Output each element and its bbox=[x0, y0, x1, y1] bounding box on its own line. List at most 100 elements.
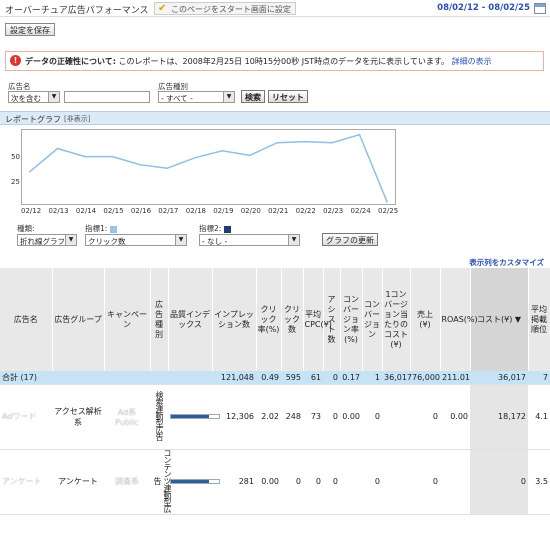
assists-cell: 0 bbox=[323, 449, 340, 515]
ad-name-cell[interactable]: Adワード bbox=[0, 384, 52, 450]
ctr-cell: 2.02 bbox=[256, 384, 281, 450]
x-tick-label: 02/13 bbox=[48, 207, 69, 215]
line-chart bbox=[21, 129, 396, 205]
assists-cell: 0 bbox=[323, 384, 340, 450]
data-point bbox=[166, 167, 169, 169]
page-title: オーバーチュア広告パフォーマンス bbox=[5, 6, 149, 16]
quality-index-bar bbox=[170, 479, 220, 484]
data-point bbox=[358, 133, 361, 136]
report-graph-header: レポートグラフ [非表示] bbox=[0, 111, 550, 125]
reset-button[interactable]: リセット bbox=[268, 90, 308, 103]
metric1-select[interactable]: クリック数 ▼ bbox=[85, 234, 187, 246]
ad-type-cell: 検索連動型広告 bbox=[155, 391, 164, 440]
ad-name-cell[interactable]: アンケート bbox=[0, 449, 52, 515]
ctr-cell: 0.00 bbox=[256, 449, 281, 515]
col-ad-type[interactable]: 広告種別 bbox=[150, 268, 169, 371]
col-conversion-rate[interactable]: コンバージョン率(%) bbox=[340, 268, 363, 371]
sales-cell: 0 bbox=[410, 384, 440, 450]
quality-index-bar bbox=[170, 414, 220, 419]
ad-type-value: - すべて - bbox=[161, 94, 193, 103]
roas-cell: 0.00 bbox=[440, 384, 470, 450]
col-conversions[interactable]: コンバージョン bbox=[362, 268, 383, 371]
col-ad-group[interactable]: 広告グループ bbox=[52, 268, 105, 371]
calendar-icon[interactable] bbox=[534, 3, 546, 14]
line-chart-svg bbox=[29, 133, 388, 203]
data-accuracy-notice: ! データの正確性について: このレポートは、2008年2月25日 10時15分… bbox=[5, 51, 544, 71]
col-quality-index[interactable]: 品質インデックス bbox=[168, 268, 213, 371]
total-label: 合計 (17) bbox=[0, 371, 212, 385]
x-tick-label: 02/24 bbox=[350, 207, 371, 215]
total-roas: 211.01 bbox=[440, 371, 470, 385]
x-tick-label: 02/22 bbox=[295, 207, 316, 215]
quality-index-fill bbox=[171, 480, 210, 483]
date-range[interactable]: 08/02/12 - 08/02/25 bbox=[437, 3, 530, 13]
x-tick-label: 02/12 bbox=[21, 207, 42, 215]
ad-group-cell: アンケート bbox=[52, 449, 104, 515]
sales-cell: 0 bbox=[410, 449, 440, 515]
x-tick-label: 02/16 bbox=[130, 207, 152, 215]
total-cvr: 0.17 bbox=[340, 371, 362, 385]
col-ad-name[interactable]: 広告名 bbox=[0, 268, 53, 371]
data-point bbox=[221, 150, 224, 152]
metric1-legend-swatch bbox=[109, 225, 117, 233]
col-avg-cpc[interactable]: 平均CPC(¥) bbox=[303, 268, 332, 371]
data-point bbox=[193, 156, 196, 159]
col-campaign[interactable]: キャンペーン bbox=[104, 268, 151, 371]
total-assists: 0 bbox=[323, 371, 340, 385]
top-bar: オーバーチュア広告パフォーマンス ✔ このページをスタート画面に設定 08/02… bbox=[0, 0, 550, 17]
ad-type-cell: コンテンツ連動型広告 bbox=[153, 449, 172, 512]
metric2-legend-swatch bbox=[223, 225, 231, 233]
metric1-value: クリック数 bbox=[88, 237, 126, 246]
table-header-row: 広告名 広告グループ キャンペーン 広告種別 品質インデックス インプレッション… bbox=[0, 268, 550, 371]
update-graph-button[interactable]: グラフの更新 bbox=[322, 233, 378, 246]
customize-columns-link[interactable]: 表示列をカスタマイズ bbox=[469, 257, 544, 268]
hide-graph-link[interactable]: [非表示] bbox=[64, 114, 90, 124]
clicks-cell: 248 bbox=[281, 384, 303, 450]
notice-heading: データの正確性について: bbox=[25, 57, 116, 66]
col-roas[interactable]: ROAS(%) bbox=[440, 268, 478, 371]
graph-type-value: 折れ線グラフ bbox=[20, 237, 65, 246]
x-tick-label: 02/20 bbox=[240, 207, 261, 215]
graph-type-select[interactable]: 折れ線グラフ ▼ bbox=[17, 234, 77, 246]
x-tick-label: 02/19 bbox=[213, 207, 234, 215]
set-start-label: このページをスタート画面に設定 bbox=[171, 5, 291, 14]
set-start-page-button[interactable]: ✔ このページをスタート画面に設定 bbox=[154, 2, 296, 15]
save-settings-button[interactable]: 設定を保存 bbox=[5, 23, 55, 36]
ad-name-input[interactable] bbox=[64, 91, 150, 103]
chevron-down-icon: ▼ bbox=[223, 92, 234, 102]
data-point bbox=[29, 170, 31, 173]
conversions-cell: 0 bbox=[362, 384, 382, 450]
col-clicks[interactable]: クリック数 bbox=[281, 268, 304, 371]
search-button[interactable]: 検索 bbox=[241, 90, 265, 103]
col-cost[interactable]: コスト(¥) ▼ bbox=[470, 268, 529, 371]
cpa-cell bbox=[382, 449, 410, 515]
notice-text: このレポートは、2008年2月25日 10時15分00秒 JST時点のデータを元… bbox=[118, 57, 450, 66]
col-sales[interactable]: 売上(¥) bbox=[410, 268, 441, 371]
col-cost-per-conversion[interactable]: 1コンバージョン当たりのコスト(¥) bbox=[382, 268, 411, 371]
data-point bbox=[276, 141, 278, 144]
cvr-cell bbox=[340, 449, 362, 515]
total-position: 7 bbox=[528, 371, 550, 385]
data-point bbox=[111, 155, 114, 158]
y-tick-label: 50 bbox=[11, 153, 20, 161]
position-cell: 4.1 bbox=[528, 384, 550, 450]
checkmark-icon: ✔ bbox=[158, 3, 167, 14]
col-ctr[interactable]: クリック率(%) bbox=[256, 268, 282, 371]
x-tick-label: 02/14 bbox=[75, 207, 97, 215]
chevron-down-icon: ▼ bbox=[175, 235, 186, 245]
notice-details-link[interactable]: 詳細の表示 bbox=[452, 57, 492, 66]
match-type-select[interactable]: 次を含む ▼ bbox=[8, 91, 60, 103]
cost-cell: 0 bbox=[470, 449, 528, 515]
col-impressions[interactable]: インプレッション数 bbox=[212, 268, 257, 371]
performance-table: 広告名 広告グループ キャンペーン 広告種別 品質インデックス インプレッション… bbox=[0, 268, 550, 515]
cost-cell: 18,172 bbox=[470, 384, 528, 450]
x-tick-label: 02/25 bbox=[378, 207, 399, 215]
metric2-select[interactable]: - なし - ▼ bbox=[199, 234, 300, 246]
metric1-label: 指標1: bbox=[85, 224, 108, 233]
conversions-cell: 0 bbox=[362, 449, 382, 515]
data-point bbox=[248, 154, 251, 157]
ad-type-select[interactable]: - すべて - ▼ bbox=[158, 91, 235, 103]
total-sales: 76,000 bbox=[410, 371, 440, 385]
col-avg-position[interactable]: 平均掲載順位 bbox=[528, 268, 550, 371]
ad-group-cell: アクセス解析系 bbox=[52, 384, 104, 450]
